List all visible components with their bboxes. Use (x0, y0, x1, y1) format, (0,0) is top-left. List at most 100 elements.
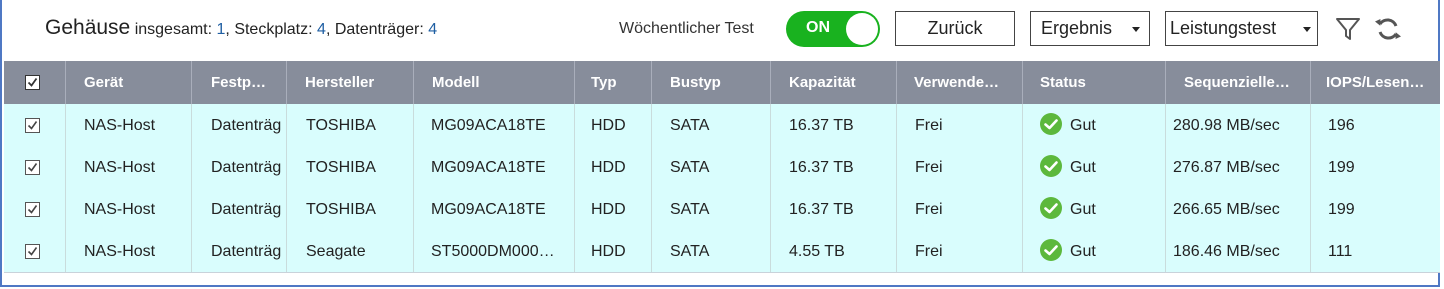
cell-type: HDD (575, 146, 652, 188)
cell-device: NAS-Host (66, 146, 192, 188)
cell-device: NAS-Host (66, 104, 192, 146)
refresh-icon[interactable] (1373, 14, 1403, 44)
cell-bus-type: SATA (652, 104, 771, 146)
result-dropdown-label: Ergebnis (1041, 18, 1113, 38)
row-checkbox[interactable] (25, 160, 40, 175)
filter-icon[interactable] (1333, 14, 1363, 44)
slot-value: 4 (317, 21, 326, 38)
cell-model: MG09ACA18TE (414, 104, 575, 146)
disk-value: 4 (428, 21, 438, 38)
column-header-status[interactable]: Status (1023, 61, 1166, 104)
cell-status: Gut (1023, 230, 1166, 272)
status-text: Gut (1070, 117, 1096, 134)
cell-usage: Frei (897, 230, 1023, 272)
toggle-state-text: ON (806, 19, 830, 36)
status-ok-icon (1040, 112, 1062, 135)
cell-type: HDD (575, 104, 652, 146)
table-row[interactable]: NAS-Host Datenträg Seagate ST5000DM000… HDD S… (4, 230, 1440, 272)
cell-status: Gut (1023, 146, 1166, 188)
status-ok-icon (1040, 154, 1062, 177)
cell-manufacturer: TOSHIBA (287, 146, 414, 188)
cell-usage: Frei (897, 188, 1023, 230)
disk-table: Gerät Festp… Hersteller Modell Typ Busty… (4, 61, 1440, 272)
row-checkbox[interactable] (25, 244, 40, 259)
cell-capacity: 4.55 TB (771, 230, 897, 272)
table-header: Gerät Festp… Hersteller Modell Typ Busty… (4, 61, 1440, 104)
column-header-capacity[interactable]: Kapazität (771, 61, 897, 104)
table-row[interactable]: NAS-Host Datenträg TOSHIBA MG09ACA18TE HDD SA… (4, 188, 1440, 230)
cell-iops: 199 (1328, 159, 1355, 176)
weekly-test-label: Wöchentlicher Test (619, 20, 754, 37)
cell-sequential: 280.98 MB/sec (1166, 104, 1311, 146)
cell-slot: Datenträg (192, 104, 287, 146)
performance-test-dropdown[interactable]: Leistungstest (1165, 11, 1318, 46)
column-header-usage[interactable]: Verwende… (897, 61, 1023, 104)
column-header-device[interactable]: Gerät (66, 61, 192, 104)
toggle-knob (846, 13, 878, 45)
cell-model: MG09ACA18TE (414, 188, 575, 230)
disk-label: Datenträger: (334, 21, 424, 38)
select-all-checkbox[interactable] (25, 75, 40, 90)
row-select-cell (4, 104, 66, 146)
cell-sequential: 266.65 MB/sec (1166, 188, 1311, 230)
cell-usage: Frei (897, 146, 1023, 188)
status-ok-icon (1040, 196, 1062, 219)
performance-test-label: Leistungstest (1170, 18, 1277, 38)
cell-capacity: 16.37 TB (771, 188, 897, 230)
table-body: NAS-Host Datenträg TOSHIBA MG09ACA18TE HDD SA… (4, 104, 1440, 272)
cell-iops: 199 (1328, 201, 1355, 218)
cell-usage: Frei (897, 104, 1023, 146)
status-text: Gut (1070, 243, 1096, 260)
cell-sequential: 186.46 MB/sec (1166, 230, 1311, 272)
cell-manufacturer: TOSHIBA (287, 104, 414, 146)
status-text: Gut (1070, 159, 1096, 176)
cell-status: Gut (1023, 188, 1166, 230)
row-checkbox[interactable] (25, 202, 40, 217)
column-header-bus-type[interactable]: Bustyp (652, 61, 771, 104)
cell-model: ST5000DM000… (414, 230, 575, 272)
column-header-type[interactable]: Typ (575, 61, 652, 104)
cell-capacity: 16.37 TB (771, 146, 897, 188)
row-select-cell (4, 230, 66, 272)
cell-manufacturer: TOSHIBA (287, 188, 414, 230)
table-bottom-border (4, 272, 1440, 273)
cell-bus-type: SATA (652, 188, 771, 230)
cell-bus-type: SATA (652, 146, 771, 188)
column-header-manufacturer[interactable]: Hersteller (287, 61, 414, 104)
storage-panel: Gehäuse insgesamt: 1, Steckplatz: 4, Dat… (0, 0, 1440, 287)
cell-manufacturer: Seagate (287, 230, 414, 272)
cell-slot: Datenträg (192, 230, 287, 272)
table-row[interactable]: NAS-Host Datenträg TOSHIBA MG09ACA18TE HDD SA… (4, 104, 1440, 146)
cell-device: NAS-Host (66, 188, 192, 230)
summary-separator: , (225, 21, 235, 38)
cell-model: MG09ACA18TE (414, 146, 575, 188)
column-header-slot[interactable]: Festp… (192, 61, 287, 104)
toolbar: Gehäuse insgesamt: 1, Steckplatz: 4, Dat… (2, 0, 1442, 60)
cell-type: HDD (575, 230, 652, 272)
table-row[interactable]: NAS-Host Datenträg TOSHIBA MG09ACA18TE HDD SA… (4, 146, 1440, 188)
cell-sequential: 276.87 MB/sec (1166, 146, 1311, 188)
cell-bus-type: SATA (652, 230, 771, 272)
column-header-iops[interactable]: IOPS/Lesen… (1311, 61, 1440, 104)
cell-capacity: 16.37 TB (771, 104, 897, 146)
cell-type: HDD (575, 188, 652, 230)
cell-slot: Datenträg (192, 188, 287, 230)
status-ok-icon (1040, 238, 1062, 261)
total-label: insgesamt: (134, 21, 213, 38)
slot-label: Steckplatz: (234, 21, 313, 38)
cell-device: NAS-Host (66, 230, 192, 272)
result-dropdown[interactable]: Ergebnis (1030, 11, 1150, 46)
row-checkbox[interactable] (25, 118, 40, 133)
row-select-cell (4, 146, 66, 188)
column-header-model[interactable]: Modell (414, 61, 575, 104)
cell-slot: Datenträg (192, 146, 287, 188)
column-header-sequential[interactable]: Sequenzielle… (1166, 61, 1311, 104)
cell-status: Gut (1023, 104, 1166, 146)
row-select-cell (4, 188, 66, 230)
status-text: Gut (1070, 201, 1096, 218)
back-button[interactable]: Zurück (895, 11, 1015, 46)
header-select-cell (4, 61, 66, 104)
caret-down-icon (1303, 27, 1311, 32)
cell-iops: 196 (1328, 117, 1355, 134)
weekly-test-toggle[interactable]: ON (786, 11, 880, 47)
